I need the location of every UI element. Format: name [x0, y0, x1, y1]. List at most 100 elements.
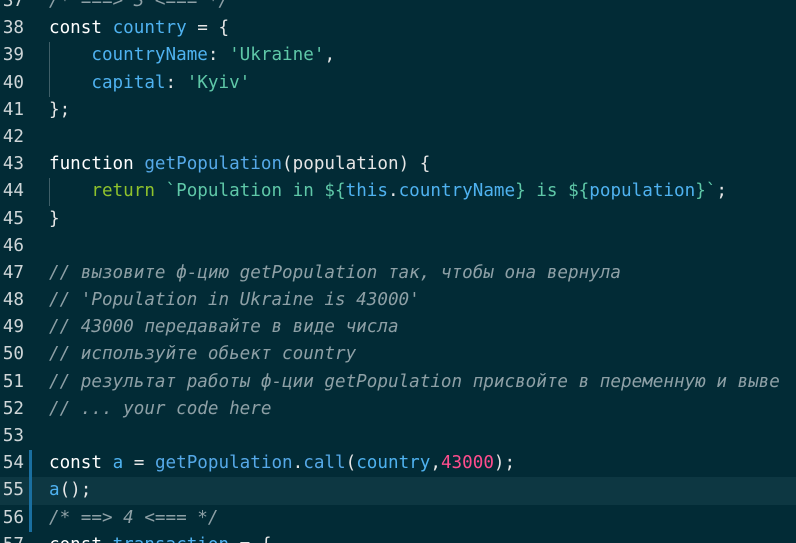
code-line[interactable]: 55 a();: [0, 477, 796, 505]
line-code: const country = {: [49, 15, 229, 42]
code-line[interactable]: 43 function getPopulation(population) {: [0, 151, 796, 178]
code-token: }`: [695, 181, 717, 202]
line-code: function getPopulation(population) {: [49, 151, 430, 178]
line-number: 46: [2, 235, 24, 256]
code-token: country: [112, 18, 187, 39]
line-number: 57: [0, 532, 24, 543]
code-token: = {: [229, 535, 272, 543]
code-token: transaction: [113, 535, 230, 543]
code-token: country: [356, 453, 431, 474]
code-token: `Population in ${: [165, 181, 346, 202]
code-line[interactable]: 42: [0, 124, 796, 151]
line-number: 55: [2, 480, 24, 501]
code-editor[interactable]: 37/* ===> 3 <=== */38 const country = {39…: [0, 0, 796, 543]
code-token: const: [49, 18, 113, 39]
code-token: /* ==> 4 <=== */: [49, 507, 219, 528]
code-line[interactable]: 44 return `Population in ${this.countryN…: [0, 178, 796, 206]
code-line[interactable]: 40 capital: 'Kyiv': [0, 69, 796, 97]
code-token: :: [207, 45, 230, 66]
code-token: ,: [430, 453, 441, 474]
code-line[interactable]: 53: [0, 423, 796, 450]
line-code: return `Population in ${this.countryName…: [49, 178, 727, 205]
line-number: 48: [2, 290, 24, 311]
code-token: :: [165, 72, 187, 93]
line-code: }: [49, 206, 60, 233]
line-code: capital: 'Kyiv': [49, 70, 250, 97]
code-token: // используйте обьект country: [49, 344, 357, 365]
code-token: };: [49, 99, 71, 120]
code-token: .: [292, 453, 304, 474]
line-code: /* ==> 4 <=== */: [49, 505, 218, 532]
code-line[interactable]: 50 // используйте обьект country: [0, 341, 796, 368]
line-number: 52: [2, 398, 24, 419]
code-token: // 'Population in Ukraine is 43000': [49, 290, 420, 311]
line-code: };: [49, 97, 70, 124]
line-number: 41: [2, 99, 24, 120]
code-line[interactable]: 45}: [0, 206, 796, 233]
code-line[interactable]: 54 const a = getPopulation.call(country,4…: [0, 450, 796, 478]
code-token: (population) {: [282, 154, 431, 175]
code-token: 'Ukraine': [229, 45, 325, 66]
line-number: 40: [2, 72, 24, 93]
line-code: a();: [49, 477, 91, 504]
line-number: 43: [2, 154, 24, 175]
line-code: // ... your code here: [49, 396, 271, 423]
code-token: a: [112, 453, 124, 474]
code-token: countryName: [398, 181, 516, 202]
code-token: ();: [59, 480, 92, 501]
code-token: (: [345, 453, 357, 474]
git-change-marker: [29, 477, 32, 505]
code-token: ,: [324, 45, 336, 66]
code-line[interactable]: 39 countryName: 'Ukraine',: [0, 42, 796, 70]
code-token: 'Kyiv': [186, 72, 251, 93]
code-token: .: [387, 181, 399, 202]
git-change-marker: [29, 504, 32, 532]
code-line[interactable]: 49 // 43000 передавайте в виде числа: [0, 314, 796, 341]
code-line[interactable]: 56 /* ==> 4 <=== */: [0, 504, 796, 532]
line-code: // результат работы ф-ции getPopulation …: [49, 369, 780, 396]
line-number: 44: [2, 181, 24, 202]
code-token: );: [493, 453, 516, 474]
line-code: countryName: 'Ukraine',: [49, 42, 335, 69]
code-lines: 37/* ===> 3 <=== */38 const country = {39…: [0, 0, 796, 543]
line-code: const a = getPopulation.call(country,430…: [49, 450, 515, 477]
code-line[interactable]: 52 // ... your code here: [0, 396, 796, 423]
code-line[interactable]: 48 // 'Population in Ukraine is 43000': [0, 287, 796, 314]
code-token: a: [49, 480, 60, 501]
code-line[interactable]: 37 /* ===> 3 <=== */: [0, 0, 796, 15]
code-token: 43000: [440, 453, 494, 474]
code-token: } is ${: [515, 181, 590, 202]
code-token: population: [589, 181, 696, 202]
line-number: 54: [2, 453, 24, 474]
line-number: 38: [2, 18, 24, 39]
code-line[interactable]: 51 // результат работы ф-ции getPopulatio…: [0, 369, 796, 396]
line-code: // 43000 передавайте в виде числа: [49, 314, 399, 341]
code-line[interactable]: 41};: [0, 97, 796, 124]
code-token: getPopulation: [154, 453, 293, 474]
code-line[interactable]: 47 // вызовите ф-цию getPopulation так, ч…: [0, 260, 796, 287]
code-token: return: [91, 181, 166, 202]
code-token: // результат работы ф-ции getPopulation …: [49, 371, 780, 392]
code-token: this: [345, 181, 388, 202]
code-line[interactable]: 57 const transaction = {: [0, 532, 796, 543]
code-token: function: [49, 154, 145, 175]
code-token: }: [49, 208, 60, 229]
code-token: // 43000 передавайте в виде числа: [49, 317, 399, 338]
code-line[interactable]: 46: [0, 233, 796, 260]
code-token: const: [49, 453, 113, 474]
code-token: capital: [91, 72, 166, 93]
git-change-marker: [29, 450, 32, 478]
code-token: ;: [716, 181, 727, 202]
line-number: 56: [2, 507, 24, 528]
code-token: const: [49, 535, 113, 543]
code-token: call: [303, 453, 346, 474]
code-token: // ... your code here: [49, 398, 272, 419]
line-number: 42: [2, 126, 24, 147]
line-number: 37: [2, 0, 24, 11]
line-number: 49: [2, 317, 24, 338]
code-line[interactable]: 38 const country = {: [0, 15, 796, 42]
line-number: 45: [2, 208, 24, 229]
